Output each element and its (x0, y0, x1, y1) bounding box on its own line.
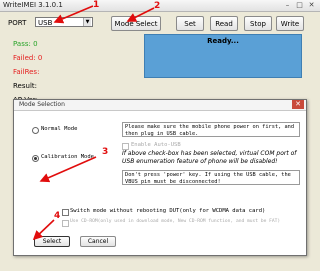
annotation-number: 4 (54, 211, 61, 221)
annotation-number: 2 (154, 1, 161, 11)
annotation-number: 1 (93, 0, 100, 10)
arrow-4 (32, 219, 55, 241)
annotation-number: 3 (102, 147, 109, 157)
arrow-2 (126, 7, 155, 22)
annotation-arrows (32, 5, 155, 241)
arrow-1 (53, 5, 94, 24)
arrow-3 (39, 156, 97, 183)
